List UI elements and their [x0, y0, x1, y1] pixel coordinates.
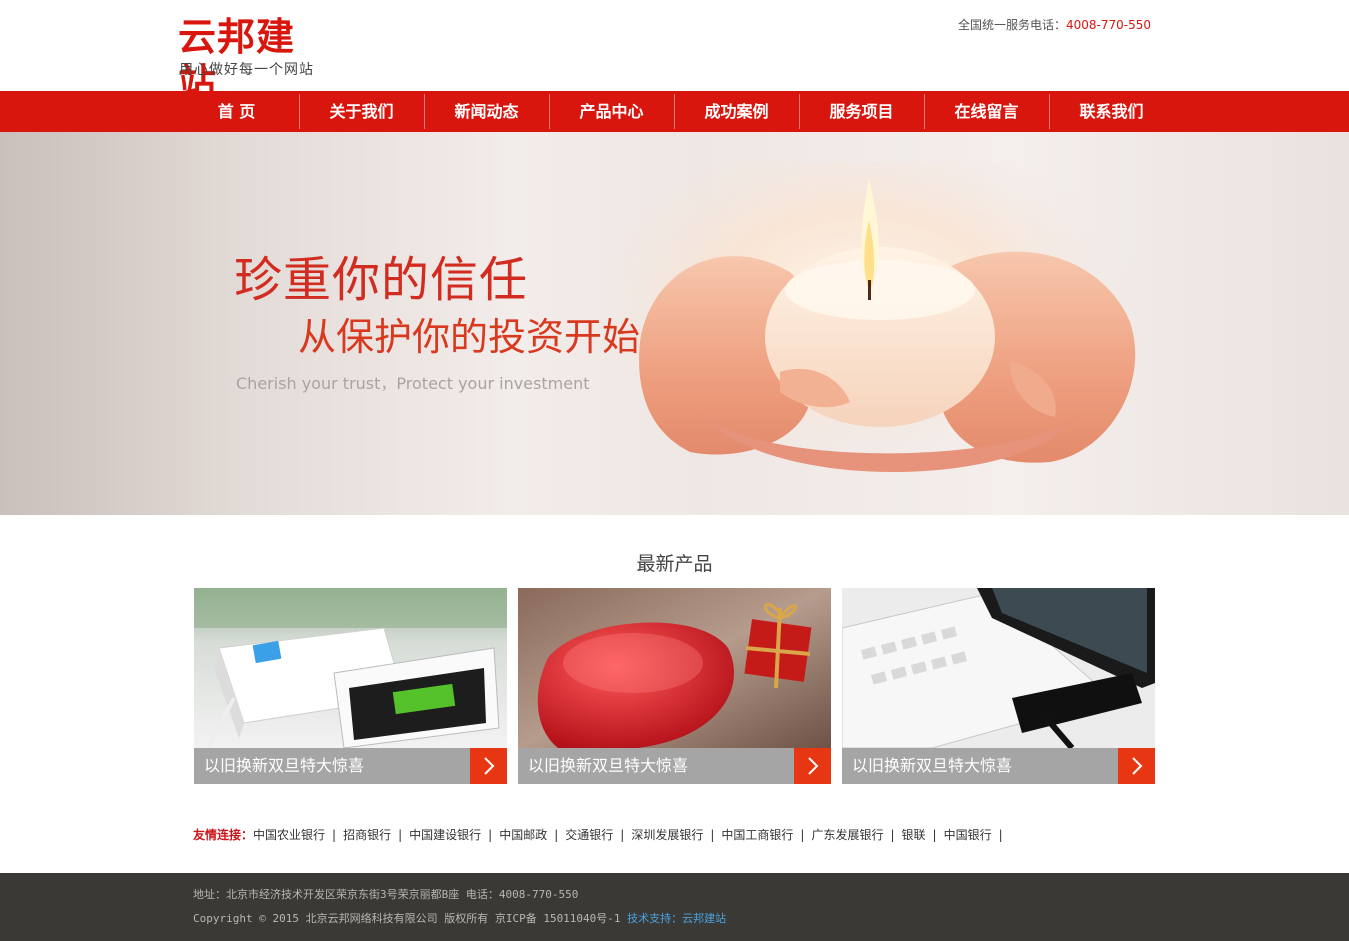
friend-link-ccb[interactable]: 中国建设银行	[409, 828, 481, 842]
footer-copyright-line: Copyright © 2015 北京云邦网络科技有限公司 版权所有 京ICP备…	[193, 911, 726, 927]
chevron-right-icon	[483, 757, 494, 775]
product-card-3[interactable]: 以旧换新双旦特大惊喜	[842, 588, 1155, 784]
banner-title-2: 从保护你的投资开始	[298, 315, 641, 359]
friend-link-post[interactable]: 中国邮政	[499, 828, 547, 842]
product-card-1[interactable]: 以旧换新双旦特大惊喜	[194, 588, 507, 784]
friend-links: 友情连接：中国农业银行 | 招商银行 | 中国建设银行 | 中国邮政 | 交通银行 | 深圳发展银行…	[193, 828, 1003, 842]
product-caption: 以旧换新双旦特大惊喜	[852, 756, 1013, 775]
product-arrow-button[interactable]	[794, 748, 831, 784]
nav-item-home[interactable]: 首 页	[174, 91, 299, 132]
nav-item-products[interactable]: 产品中心	[549, 91, 674, 132]
logo-slogan: 用心做好每一个网站	[179, 62, 314, 78]
product-caption-bar: 以旧换新双旦特大惊喜	[518, 748, 831, 784]
friend-link-icbc[interactable]: 中国工商银行	[721, 828, 793, 842]
friend-link-boc[interactable]: 中国银行	[944, 828, 992, 842]
friend-link-unionpay[interactable]: 银联	[902, 828, 926, 842]
banner-subtitle: Cherish your trust，Protect your investme…	[236, 374, 590, 393]
tech-support-link[interactable]: 技术支持：云邦建站	[627, 912, 726, 925]
friend-links-label: 友情连接：	[193, 828, 254, 842]
footer-copyright: Copyright © 2015 北京云邦网络科技有限公司 版权所有 京ICP备…	[193, 912, 621, 925]
friend-link-sdb[interactable]: 深圳发展银行	[631, 828, 703, 842]
site-footer: 地址：北京市经济技术开发区荣京东街3号荣京丽都B座 电话：4008-770-55…	[0, 873, 1349, 941]
product-caption: 以旧换新双旦特大惊喜	[204, 756, 365, 775]
hotline-label: 全国统一服务电话：	[957, 18, 1066, 32]
hotline-number: 4008-770-550	[1065, 18, 1151, 32]
product-image-power-bank-keyboard	[842, 588, 1155, 748]
friend-link-cgb[interactable]: 广东发展银行	[811, 828, 883, 842]
friend-link-cmb[interactable]: 招商银行	[343, 828, 391, 842]
chevron-right-icon	[807, 757, 818, 775]
site-logo[interactable]: 云邦建站 用心做好每一个网站	[178, 14, 328, 105]
hero-banner: 珍重你的信任 从保护你的投资开始 Cherish your trust，Prot…	[0, 132, 1349, 515]
product-arrow-button[interactable]	[470, 748, 507, 784]
section-title-products: 最新产品	[636, 553, 713, 575]
nav-item-message[interactable]: 在线留言	[924, 91, 1049, 132]
product-caption-bar: 以旧换新双旦特大惊喜	[194, 748, 507, 784]
nav-item-services[interactable]: 服务项目	[799, 91, 924, 132]
site-header: 云邦建站 用心做好每一个网站 全国统一服务电话：4008-770-550	[0, 0, 1349, 105]
main-nav: 首 页 关于我们 新闻动态 产品中心 成功案例 服务项目 在线留言 联系我们	[0, 91, 1349, 132]
candle-hands-image	[610, 162, 1150, 482]
product-arrow-button[interactable]	[1118, 748, 1155, 784]
product-image-power-bank-red	[518, 588, 831, 748]
nav-item-about[interactable]: 关于我们	[299, 91, 424, 132]
hotline: 全国统一服务电话：4008-770-550	[958, 17, 1151, 33]
product-caption-bar: 以旧换新双旦特大惊喜	[842, 748, 1155, 784]
friend-link-abc[interactable]: 中国农业银行	[253, 828, 325, 842]
banner-title-1: 珍重你的信任	[234, 252, 529, 308]
friend-link-bocom[interactable]: 交通银行	[565, 828, 613, 842]
nav-item-contact[interactable]: 联系我们	[1049, 91, 1174, 132]
chevron-right-icon	[1131, 757, 1142, 775]
product-card-2[interactable]: 以旧换新双旦特大惊喜	[518, 588, 831, 784]
nav-item-news[interactable]: 新闻动态	[424, 91, 549, 132]
product-image-power-bank-white	[194, 588, 507, 748]
product-caption: 以旧换新双旦特大惊喜	[528, 756, 689, 775]
nav-item-cases[interactable]: 成功案例	[674, 91, 799, 132]
footer-address: 地址：北京市经济技术开发区荣京东街3号荣京丽都B座 电话：4008-770-55…	[193, 888, 579, 901]
